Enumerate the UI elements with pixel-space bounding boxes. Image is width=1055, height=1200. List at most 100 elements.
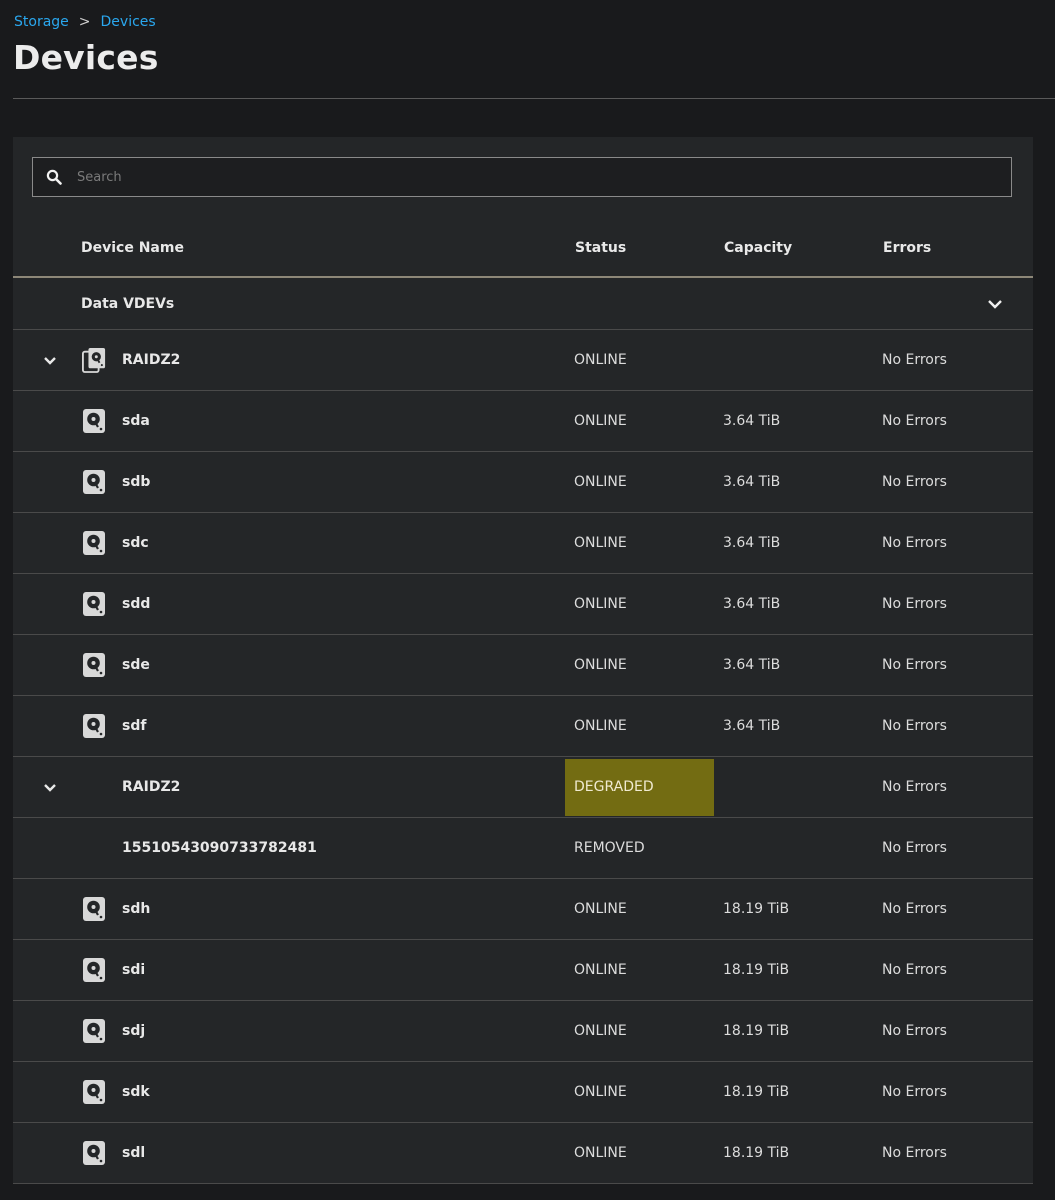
- table-row[interactable]: sdc ONLINE 3.64 TiB No Errors: [13, 513, 1033, 574]
- breadcrumb-devices-link[interactable]: Devices: [101, 14, 156, 30]
- table-row[interactable]: sdh ONLINE 18.19 TiB No Errors: [13, 879, 1033, 940]
- table-row[interactable]: sdj ONLINE 18.19 TiB No Errors: [13, 1001, 1033, 1062]
- device-status: ONLINE: [574, 657, 627, 673]
- device-errors: No Errors: [882, 474, 947, 490]
- data-vdevs-group-row[interactable]: Data VDEVs: [13, 278, 1033, 330]
- device-status: ONLINE: [574, 596, 627, 612]
- table-body: RAIDZ2 ONLINE No Errors sda ONLINE 3.64 TiB No…: [13, 330, 1033, 1184]
- device-name: sdi: [122, 962, 146, 978]
- device-name: RAIDZ2: [122, 779, 181, 795]
- device-errors: No Errors: [882, 352, 947, 368]
- device-name: sdd: [122, 596, 151, 612]
- chevron-down-icon[interactable]: [983, 292, 1007, 316]
- devices-table: Device Name Status Capacity Errors Data …: [13, 218, 1033, 1184]
- device-status: ONLINE: [574, 535, 627, 551]
- device-name: RAIDZ2: [122, 352, 181, 368]
- search-input[interactable]: [63, 157, 1011, 197]
- table-row[interactable]: sdb ONLINE 3.64 TiB No Errors: [13, 452, 1033, 513]
- device-capacity: 18.19 TiB: [723, 1023, 790, 1039]
- device-status: ONLINE: [574, 474, 627, 490]
- disk-icon: [82, 1078, 106, 1106]
- device-status: REMOVED: [574, 840, 645, 856]
- table-row[interactable]: sdk ONLINE 18.19 TiB No Errors: [13, 1062, 1033, 1123]
- device-name: sdj: [122, 1023, 146, 1039]
- group-label: Data VDEVs: [81, 295, 175, 312]
- disk-icon: [82, 407, 106, 435]
- table-row[interactable]: RAIDZ2 DEGRADED No Errors: [13, 757, 1033, 818]
- device-errors: No Errors: [882, 657, 947, 673]
- disk-icon: [82, 712, 106, 740]
- table-row[interactable]: sdl ONLINE 18.19 TiB No Errors: [13, 1123, 1033, 1184]
- device-errors: No Errors: [882, 840, 947, 856]
- device-capacity: 3.64 TiB: [723, 718, 781, 734]
- device-status: ONLINE: [574, 718, 627, 734]
- device-capacity: 3.64 TiB: [723, 413, 781, 429]
- device-name: 15510543090733782481: [122, 840, 317, 856]
- table-row[interactable]: sdi ONLINE 18.19 TiB No Errors: [13, 940, 1033, 1001]
- disk-icon: [82, 1139, 106, 1167]
- device-errors: No Errors: [882, 718, 947, 734]
- device-errors: No Errors: [882, 413, 947, 429]
- search-icon: [45, 168, 63, 186]
- disk-icon: [82, 895, 106, 923]
- title-divider: [13, 98, 1055, 99]
- disk-icon: [82, 956, 106, 984]
- device-status: ONLINE: [574, 962, 627, 978]
- table-row[interactable]: sda ONLINE 3.64 TiB No Errors: [13, 391, 1033, 452]
- search-panel: [13, 137, 1033, 218]
- device-errors: No Errors: [882, 535, 947, 551]
- device-errors: No Errors: [882, 962, 947, 978]
- device-status: DEGRADED: [574, 779, 654, 795]
- device-status: ONLINE: [574, 352, 627, 368]
- device-name: sda: [122, 413, 150, 429]
- column-header-device-name[interactable]: Device Name: [81, 240, 184, 256]
- breadcrumb-storage-link[interactable]: Storage: [14, 14, 69, 30]
- device-capacity: 18.19 TiB: [723, 901, 790, 917]
- device-status: ONLINE: [574, 1145, 627, 1161]
- table-row[interactable]: sdf ONLINE 3.64 TiB No Errors: [13, 696, 1033, 757]
- search-box[interactable]: [32, 157, 1012, 197]
- table-header: Device Name Status Capacity Errors: [13, 218, 1033, 278]
- device-name: sdc: [122, 535, 149, 551]
- disk-icon: [82, 590, 106, 618]
- vdev-icon: [82, 346, 106, 374]
- device-name: sdh: [122, 901, 151, 917]
- column-header-status[interactable]: Status: [575, 240, 626, 256]
- device-errors: No Errors: [882, 1145, 947, 1161]
- page-title: Devices: [13, 38, 159, 77]
- device-status: ONLINE: [574, 901, 627, 917]
- breadcrumb-separator: >: [78, 14, 91, 30]
- disk-icon: [82, 529, 106, 557]
- breadcrumb: Storage > Devices: [14, 14, 156, 30]
- disk-icon: [82, 1017, 106, 1045]
- device-errors: No Errors: [882, 1084, 947, 1100]
- device-name: sdk: [122, 1084, 150, 1100]
- device-status: ONLINE: [574, 413, 627, 429]
- device-name: sdb: [122, 474, 151, 490]
- device-capacity: 18.19 TiB: [723, 1084, 790, 1100]
- device-capacity: 18.19 TiB: [723, 1145, 790, 1161]
- device-status: ONLINE: [574, 1023, 627, 1039]
- device-capacity: 3.64 TiB: [723, 596, 781, 612]
- column-header-errors[interactable]: Errors: [883, 240, 931, 256]
- device-name: sdl: [122, 1145, 146, 1161]
- device-errors: No Errors: [882, 901, 947, 917]
- table-row[interactable]: 15510543090733782481 REMOVED No Errors: [13, 818, 1033, 879]
- device-errors: No Errors: [882, 1023, 947, 1039]
- device-capacity: 3.64 TiB: [723, 657, 781, 673]
- device-name: sdf: [122, 718, 147, 734]
- table-row[interactable]: RAIDZ2 ONLINE No Errors: [13, 330, 1033, 391]
- disk-icon: [82, 468, 106, 496]
- disk-icon: [82, 651, 106, 679]
- column-header-capacity[interactable]: Capacity: [724, 240, 792, 256]
- table-row[interactable]: sde ONLINE 3.64 TiB No Errors: [13, 635, 1033, 696]
- device-name: sde: [122, 657, 150, 673]
- table-row[interactable]: sdd ONLINE 3.64 TiB No Errors: [13, 574, 1033, 635]
- device-capacity: 3.64 TiB: [723, 535, 781, 551]
- chevron-down-icon[interactable]: [38, 348, 62, 372]
- device-status: ONLINE: [574, 1084, 627, 1100]
- chevron-down-icon[interactable]: [38, 775, 62, 799]
- device-errors: No Errors: [882, 779, 947, 795]
- device-capacity: 18.19 TiB: [723, 962, 790, 978]
- device-capacity: 3.64 TiB: [723, 474, 781, 490]
